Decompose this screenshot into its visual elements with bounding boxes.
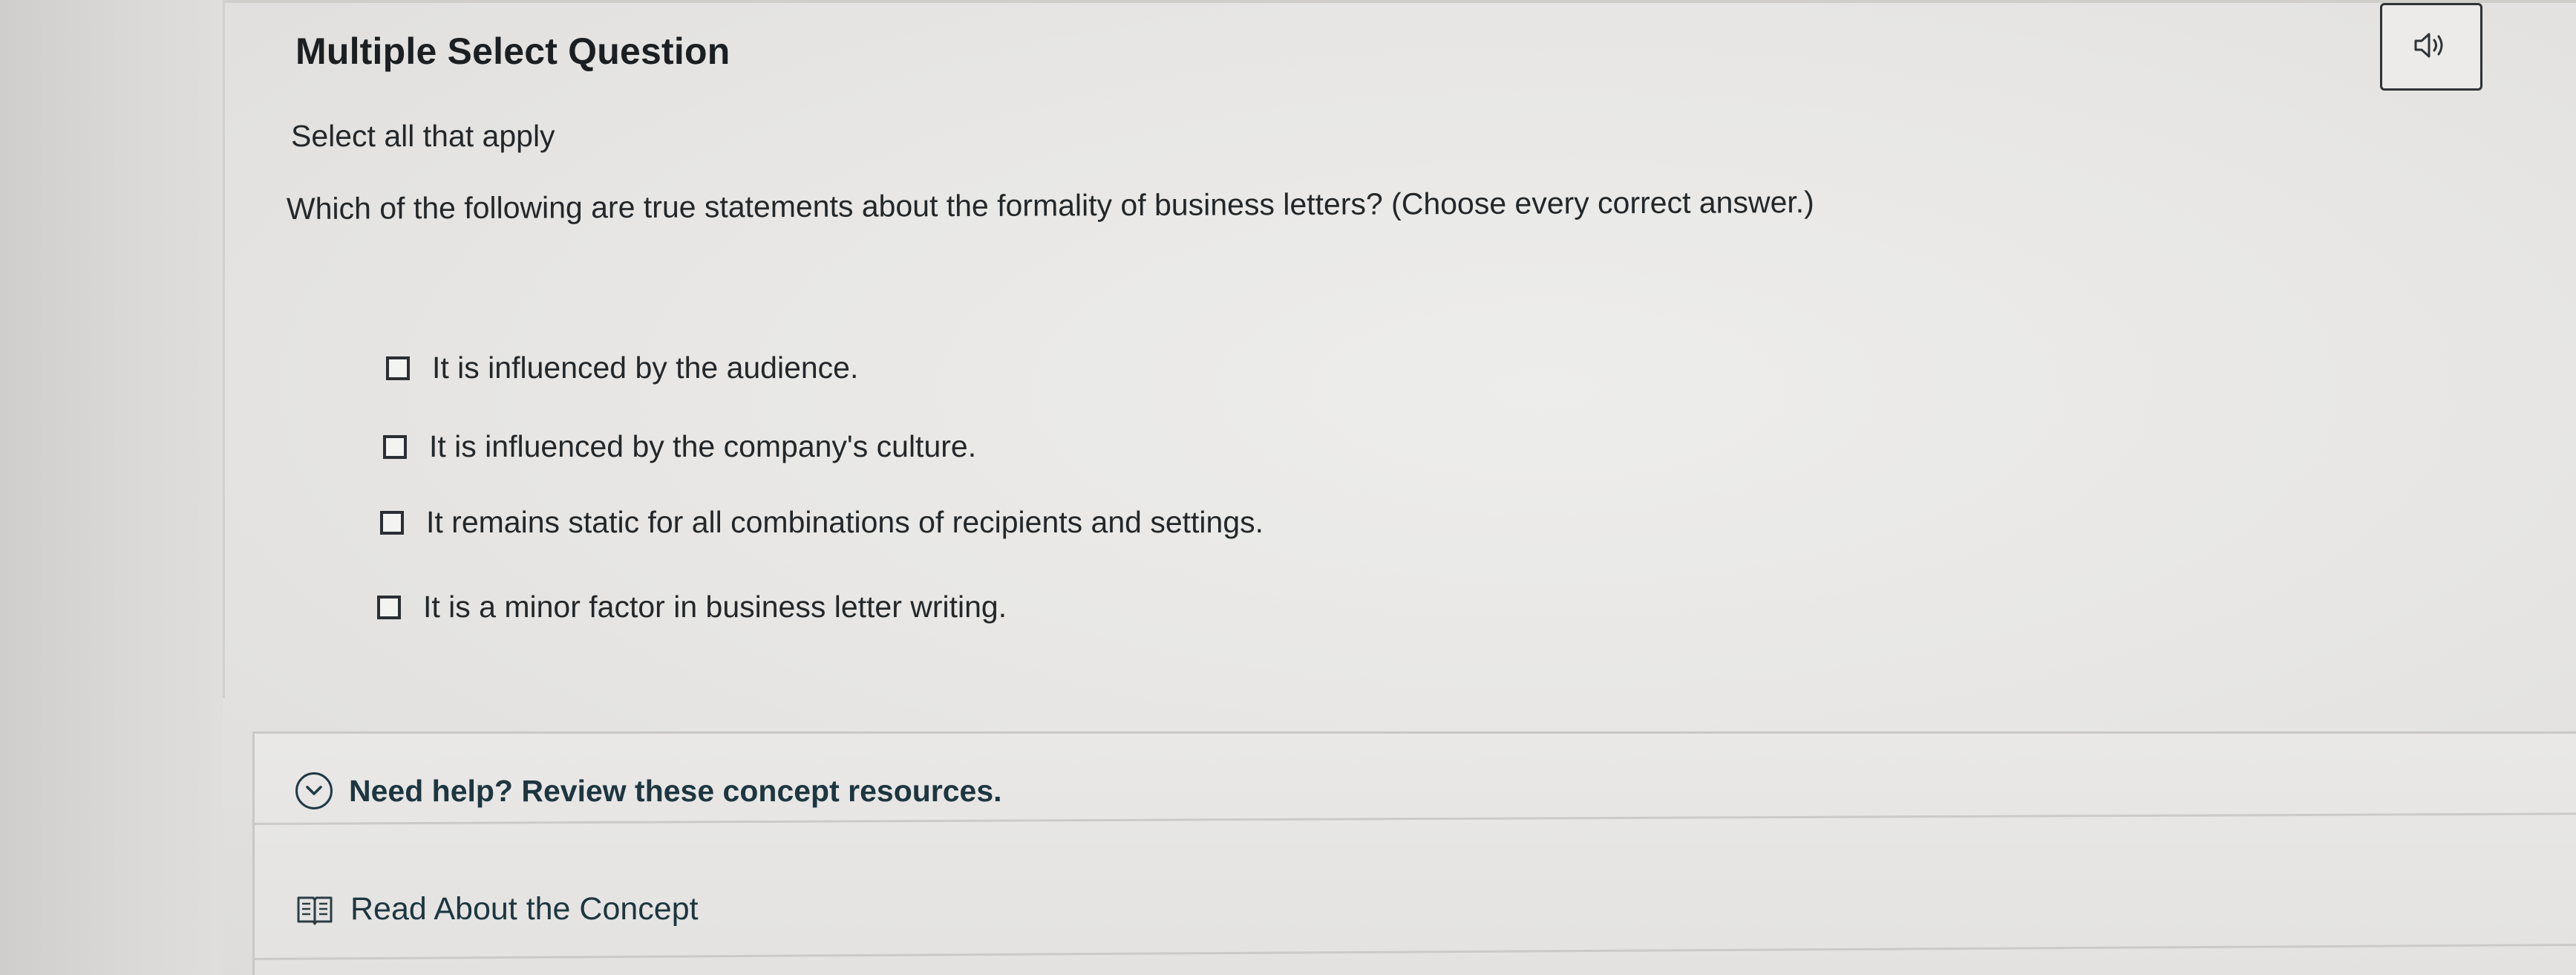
- read-about-concept-link[interactable]: Read About the Concept: [295, 891, 699, 927]
- answer-option-4[interactable]: It is a minor factor in business letter …: [377, 590, 1007, 625]
- answer-option-label: It is influenced by the company's cultur…: [429, 429, 977, 463]
- checkbox-1[interactable]: [386, 356, 410, 380]
- concept-resources-toggle-label: Need help? Review these concept resource…: [349, 773, 1002, 808]
- chevron-down-circle-icon: [295, 772, 333, 809]
- answer-option-label: It is a minor factor in business letter …: [423, 590, 1007, 624]
- checkbox-2[interactable]: [383, 434, 407, 459]
- read-about-concept-label: Read About the Concept: [350, 891, 699, 927]
- answer-option-3[interactable]: It remains static for all combinations o…: [380, 505, 1264, 540]
- read-aloud-button[interactable]: [2380, 3, 2482, 91]
- answer-option-label: It is influenced by the audience.: [432, 350, 859, 385]
- answer-option-label: It remains static for all combinations o…: [426, 505, 1264, 539]
- concept-resources-toggle[interactable]: Need help? Review these concept resource…: [295, 772, 1002, 809]
- book-icon: [295, 893, 334, 926]
- speaker-icon: [2413, 30, 2450, 64]
- answer-option-2[interactable]: It is influenced by the company's cultur…: [383, 429, 976, 464]
- answer-option-1[interactable]: It is influenced by the audience.: [386, 350, 858, 385]
- concept-resources-panel: [252, 731, 2576, 975]
- checkbox-4[interactable]: [377, 595, 401, 619]
- question-page: Multiple Select Question Select all that…: [0, 0, 2576, 975]
- checkbox-3[interactable]: [380, 510, 404, 535]
